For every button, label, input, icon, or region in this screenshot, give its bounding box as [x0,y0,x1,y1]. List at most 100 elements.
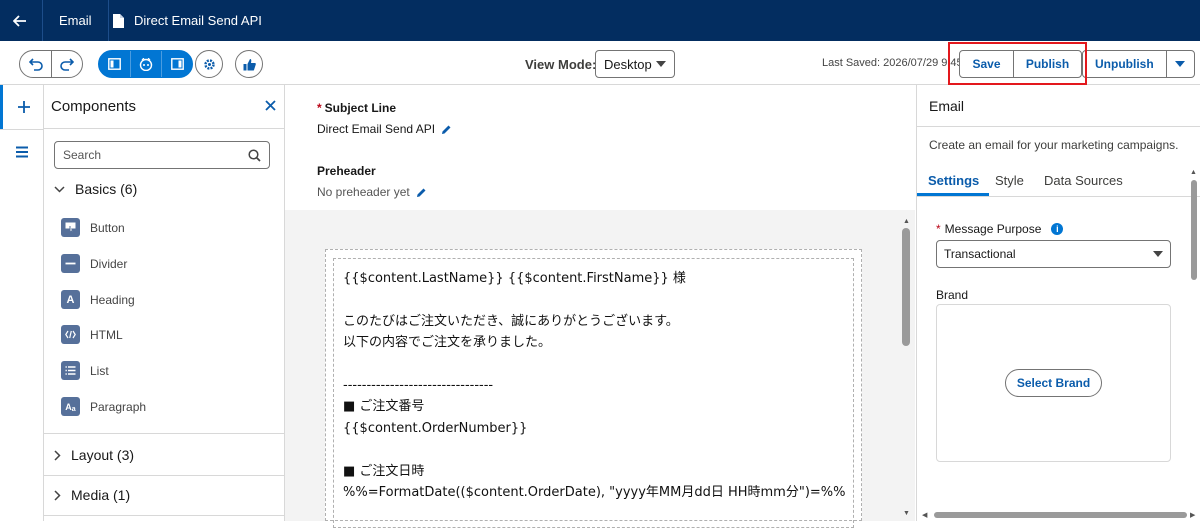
canvas-scrollbar[interactable] [902,228,910,490]
body-line: ■ ご注文日時 [343,463,425,479]
component-html-label: HTML [90,327,123,342]
horizontal-scrollbar[interactable] [934,512,1187,518]
more-actions-button[interactable] [1165,51,1194,77]
email-text-block[interactable]: {{$content.LastName}} {{$content.FirstNa… [333,258,854,528]
toggle-left-panel-button[interactable] [99,51,130,77]
component-paragraph[interactable]: Aa Paragraph [61,397,146,416]
message-purpose-select[interactable]: Transactional [936,240,1171,268]
chevron-right-icon [54,449,61,461]
tab-settings[interactable]: Settings [928,173,979,188]
back-arrow-icon [13,14,26,27]
message-purpose-label: * Message Purpose i [936,222,1064,236]
properties-title: Email [929,98,965,114]
brand-label: Brand [936,288,969,302]
heading-icon: A [61,290,80,309]
gear-icon [203,58,215,70]
preheader-value: No preheader yet [317,185,410,199]
scroll-down-icon[interactable]: ▼ [903,510,910,517]
app-header: Email Direct Email Send API [0,0,1200,41]
undo-button[interactable] [20,51,51,77]
preheader-label: Preheader [317,164,376,178]
properties-tabs: Settings Style Data Sources [917,171,1200,197]
email-canvas-area: * Subject Line Direct Email Send API Preh… [285,85,915,528]
divider-icon [61,254,80,273]
scroll-up-icon[interactable]: ▲ [1190,169,1197,176]
document-icon [113,13,124,28]
components-header: Components [44,85,284,129]
body-line: -------------------------------- [343,378,494,394]
body-line: 以下の内容でご注文を承りました。 [343,335,552,351]
body-line: ■ ご注文番号 [343,399,425,415]
close-panel-button[interactable] [265,98,276,116]
scroll-up-icon[interactable]: ▲ [903,218,910,225]
view-mode-select[interactable]: Desktop [595,50,675,78]
body-line: ​ [343,354,844,375]
body-line: %%=FormatDate(($content.OrderDate), "yyy… [343,485,846,501]
properties-panel: Email Create an email for your marketing… [916,85,1200,521]
button-icon [61,218,80,237]
unpublish-group: Unpublish [1082,50,1195,78]
component-search-input[interactable]: Search [54,141,270,169]
undo-redo-group [19,50,83,78]
preheader-field[interactable]: No preheader yet [317,185,427,199]
select-brand-button[interactable]: Select Brand [1005,369,1102,397]
right-panel-icon [170,58,184,70]
highlight-box [948,42,1087,85]
component-list[interactable]: List [61,361,109,380]
add-components-tab[interactable] [0,85,44,129]
component-paragraph-label: Paragraph [90,399,147,414]
component-button-label: Button [90,220,125,235]
tab-email[interactable]: Email [42,0,109,41]
tab-data-sources[interactable]: Data Sources [1044,173,1123,188]
component-heading[interactable]: A Heading [61,290,135,309]
active-tab-indicator [917,193,989,196]
body-line: {{$content.OrderNumber}} [343,420,528,436]
plus-icon [17,101,30,113]
toggle-right-panel-button[interactable] [161,51,192,77]
scroll-right-icon[interactable]: ▶ [1190,511,1195,519]
component-divider-label: Divider [90,256,128,271]
back-button[interactable] [0,0,40,41]
view-mode-value: Desktop [604,56,652,72]
pencil-icon[interactable] [441,124,452,135]
panel-toggle-group [98,50,193,78]
group-basics-label: Basics (6) [75,181,138,197]
group-layout[interactable]: Layout (3) [54,447,134,463]
feedback-button[interactable] [235,50,263,78]
tab-style[interactable]: Style [995,173,1024,188]
body-line: {{$content.LastName}} {{$content.FirstNa… [343,271,686,286]
body-line: ​ [343,289,844,310]
pencil-icon[interactable] [416,187,427,198]
info-icon[interactable]: i [1051,223,1064,235]
thumbs-up-icon [243,58,256,70]
chevron-down-icon [656,61,666,67]
undo-icon [28,58,43,71]
structure-tab[interactable] [0,130,44,174]
email-body-canvas[interactable]: {{$content.LastName}} {{$content.FirstNa… [325,249,862,528]
unpublish-button[interactable]: Unpublish [1083,51,1166,77]
properties-scrollbar[interactable] [1191,180,1197,280]
einstein-icon [139,57,153,71]
einstein-button[interactable] [130,51,161,77]
email-metadata: * Subject Line Direct Email Send API Preh… [285,85,915,210]
search-placeholder: Search [63,148,102,162]
settings-button[interactable] [195,50,223,78]
tab-document[interactable]: Direct Email Send API [112,0,262,41]
group-media-label: Media (1) [71,487,131,503]
view-mode-label: View Mode: [525,57,597,72]
component-divider[interactable]: Divider [61,254,127,273]
components-panel: Components Search Basics (6) Button Divi… [44,85,285,521]
scroll-left-icon[interactable]: ◀ [922,511,927,519]
last-saved-text: Last Saved: 2026/07/29 9:45 [822,57,963,69]
component-html[interactable]: HTML [61,325,123,344]
body-line: このたびはご注文いただき、誠にありがとうございます。 [343,313,679,329]
subject-line-field[interactable]: Direct Email Send API [317,122,452,136]
chevron-down-icon [1175,61,1186,67]
redo-icon [60,58,74,71]
list-icon [61,361,80,380]
redo-button[interactable] [51,51,82,77]
group-basics[interactable]: Basics (6) [54,181,137,197]
group-media[interactable]: Media (1) [54,487,130,503]
left-rail [0,85,44,521]
component-button[interactable]: Button [61,218,125,237]
